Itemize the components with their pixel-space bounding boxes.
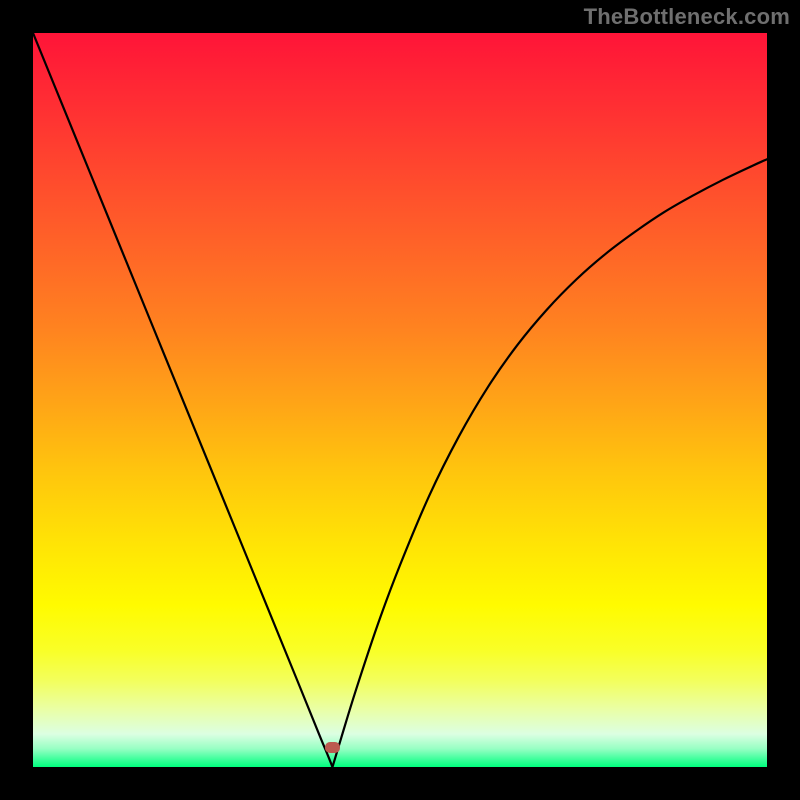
chart-svg (33, 33, 767, 767)
vertex-dot (325, 742, 340, 753)
chart-frame: TheBottleneck.com (0, 0, 800, 800)
gradient-background (33, 33, 767, 767)
plot-area (33, 33, 767, 767)
watermark-text: TheBottleneck.com (584, 4, 790, 30)
